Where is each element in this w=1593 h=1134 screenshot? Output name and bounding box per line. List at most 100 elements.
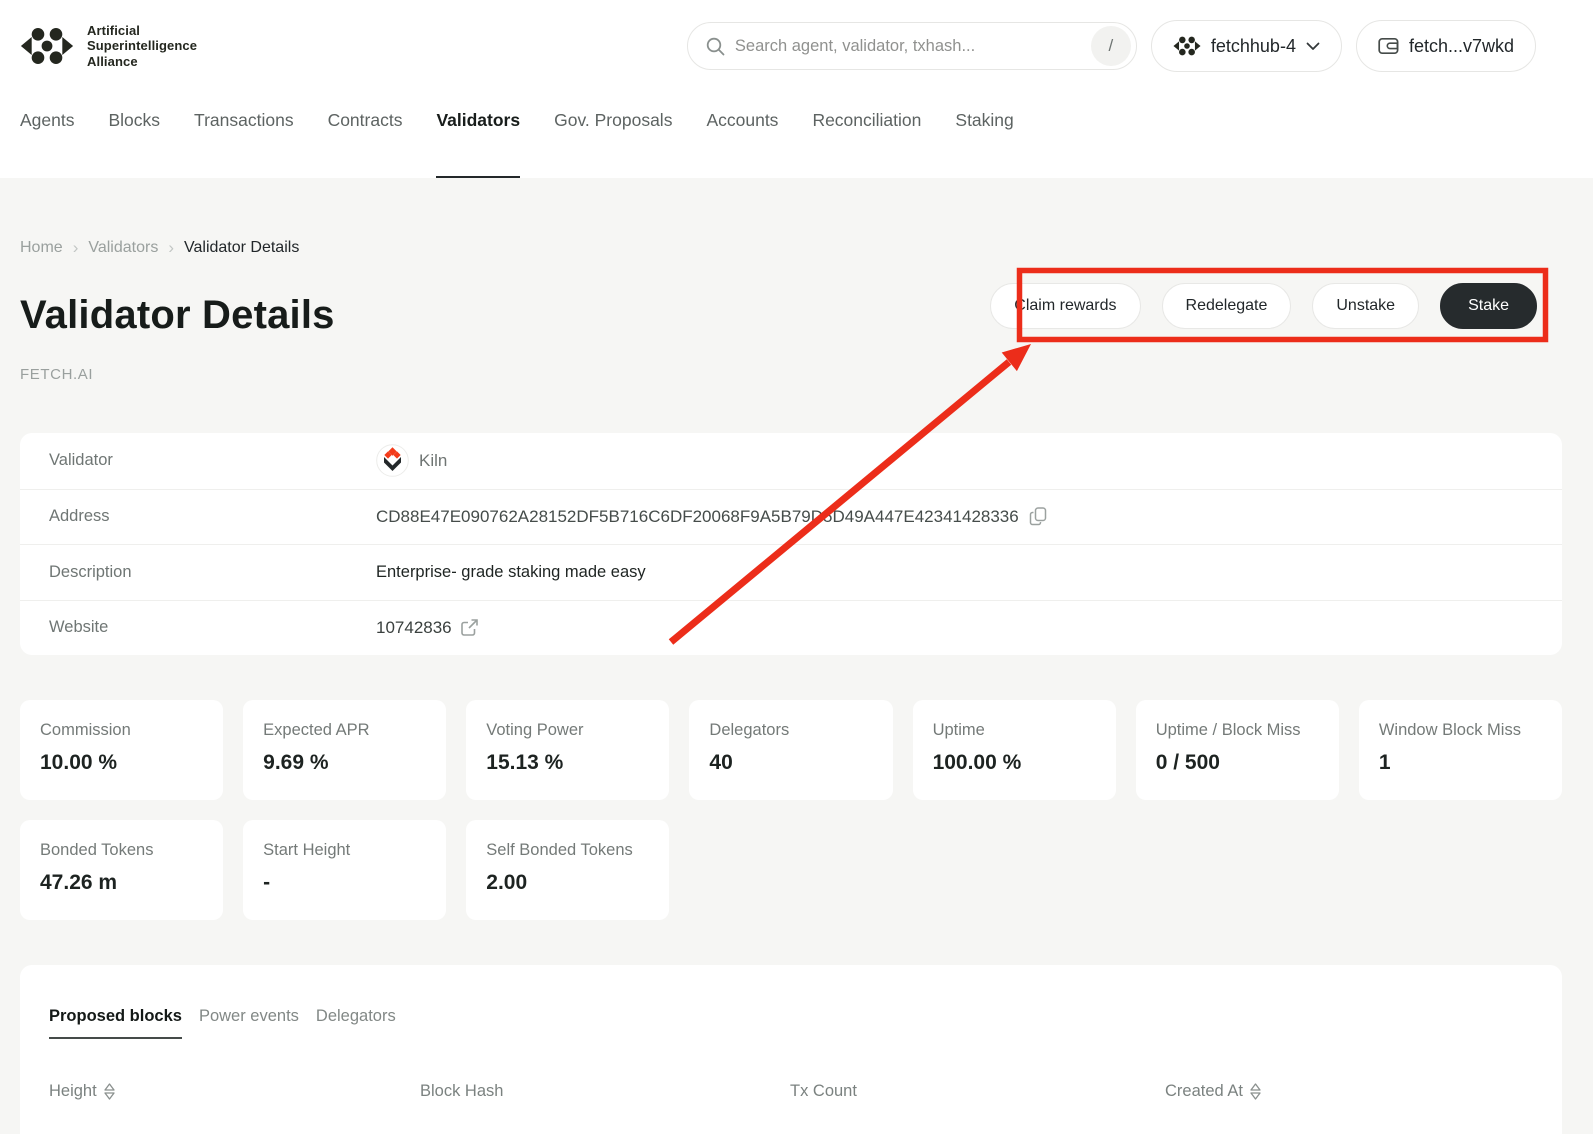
stat-label: Start Height	[263, 841, 426, 860]
column-header-created-at[interactable]: Created At	[1165, 1082, 1562, 1101]
sort-icon[interactable]	[1250, 1083, 1261, 1100]
stat-card-start-height: Start Height -	[243, 820, 446, 920]
copy-address-button[interactable]	[1029, 507, 1047, 526]
stake-button[interactable]: Stake	[1440, 283, 1537, 329]
search-bar[interactable]: /	[687, 22, 1137, 70]
validator-details-page: Artificial Superintelligence Alliance /	[0, 0, 1593, 1134]
nav-reconciliation[interactable]: Reconciliation	[812, 110, 921, 178]
sort-icon[interactable]	[104, 1083, 115, 1100]
breadcrumb-home[interactable]: Home	[20, 239, 63, 257]
stat-card-commission: Commission 10.00 %	[20, 700, 223, 800]
nav-agents[interactable]: Agents	[20, 110, 74, 178]
column-header-block-hash: Block Hash	[420, 1082, 790, 1101]
stat-value: 1	[1379, 751, 1542, 775]
info-label-validator: Validator	[49, 451, 376, 470]
stat-card-expected-apr: Expected APR 9.69 %	[243, 700, 446, 800]
breadcrumb: Home › Validators › Validator Details	[20, 238, 1562, 258]
breadcrumb-separator: ›	[168, 238, 174, 258]
blocks-table-header: Height Block Hash Tx Count Created At	[49, 1082, 1562, 1101]
stat-label: Commission	[40, 721, 203, 740]
stat-value: 47.26 m	[40, 871, 203, 895]
nav-transactions[interactable]: Transactions	[194, 110, 294, 178]
chevron-down-icon	[1306, 42, 1320, 51]
stat-label: Delegators	[709, 721, 872, 740]
stat-value: 15.13 %	[486, 751, 649, 775]
brand-line-3: Alliance	[87, 54, 197, 69]
stat-card-uptime-block-miss: Uptime / Block Miss 0 / 500	[1136, 700, 1339, 800]
stat-label: Expected APR	[263, 721, 426, 740]
info-row-website: Website 10742836	[20, 600, 1562, 656]
stat-value: 0 / 500	[1156, 751, 1319, 775]
nav-validators[interactable]: Validators	[436, 110, 520, 178]
info-label-description: Description	[49, 563, 376, 582]
stat-label: Uptime	[933, 721, 1096, 740]
main-nav: Agents Blocks Transactions Contracts Val…	[0, 92, 1593, 178]
search-shortcut-badge: /	[1091, 26, 1131, 66]
validator-name[interactable]: Kiln	[419, 451, 447, 471]
stat-label: Bonded Tokens	[40, 841, 203, 860]
brand-line-1: Artificial	[87, 23, 197, 38]
stat-card-delegators: Delegators 40	[689, 700, 892, 800]
validator-org-label: FETCH.AI	[20, 366, 1562, 383]
stats-cards: Commission 10.00 % Expected APR 9.69 % V…	[20, 700, 1562, 920]
stat-label: Window Block Miss	[1379, 721, 1542, 740]
nav-accounts[interactable]: Accounts	[706, 110, 778, 178]
redelegate-button[interactable]: Redelegate	[1162, 283, 1292, 329]
stat-value: -	[263, 871, 426, 895]
network-selector[interactable]: fetchhub-4	[1151, 20, 1342, 72]
stat-label: Self Bonded Tokens	[486, 841, 649, 860]
breadcrumb-validators[interactable]: Validators	[88, 239, 158, 257]
tab-delegators[interactable]: Delegators	[316, 1007, 396, 1039]
brand-name: Artificial Superintelligence Alliance	[87, 23, 197, 69]
column-header-height[interactable]: Height	[49, 1082, 420, 1101]
stat-value: 10.00 %	[40, 751, 203, 775]
stat-card-self-bonded-tokens: Self Bonded Tokens 2.00	[466, 820, 669, 920]
external-link-icon	[460, 618, 479, 637]
website-value: 10742836	[376, 618, 452, 638]
brand-line-2: Superintelligence	[87, 38, 197, 53]
action-buttons: Claim rewards Redelegate Unstake Stake	[990, 283, 1537, 329]
stat-label: Uptime / Block Miss	[1156, 721, 1319, 740]
column-label: Created At	[1165, 1082, 1243, 1101]
website-link[interactable]: 10742836	[376, 618, 479, 638]
nav-gov-proposals[interactable]: Gov. Proposals	[554, 110, 672, 178]
column-label: Height	[49, 1082, 97, 1101]
claim-rewards-button[interactable]: Claim rewards	[990, 283, 1140, 329]
stat-value: 100.00 %	[933, 751, 1096, 775]
stat-card-uptime: Uptime 100.00 %	[913, 700, 1116, 800]
stat-card-bonded-tokens: Bonded Tokens 47.26 m	[20, 820, 223, 920]
info-label-website: Website	[49, 618, 376, 637]
column-header-tx-count: Tx Count	[790, 1082, 1165, 1101]
info-row-description: Description Enterprise- grade staking ma…	[20, 544, 1562, 600]
stat-value: 40	[709, 751, 872, 775]
page-title: Validator Details	[20, 293, 335, 338]
tab-proposed-blocks[interactable]: Proposed blocks	[49, 1007, 182, 1039]
info-row-validator: Validator Kiln	[20, 433, 1562, 489]
blocks-tabs: Proposed blocks Power events Delegators	[49, 1007, 1562, 1039]
wallet-address: fetch...v7wkd	[1409, 36, 1514, 57]
header: Artificial Superintelligence Alliance /	[0, 0, 1593, 92]
column-label: Tx Count	[790, 1082, 857, 1101]
nav-staking[interactable]: Staking	[955, 110, 1013, 178]
search-icon	[706, 37, 725, 56]
breadcrumb-current: Validator Details	[184, 239, 299, 257]
breadcrumb-separator: ›	[73, 238, 79, 258]
nav-blocks[interactable]: Blocks	[108, 110, 160, 178]
stat-value: 9.69 %	[263, 751, 426, 775]
content-area: Home › Validators › Validator Details Va…	[0, 178, 1593, 1134]
info-row-address: Address CD88E47E090762A28152DF5B716C6DF2…	[20, 489, 1562, 545]
stat-label: Voting Power	[486, 721, 649, 740]
copy-icon	[1029, 507, 1047, 526]
search-input[interactable]	[735, 37, 1091, 56]
column-label: Block Hash	[420, 1082, 503, 1101]
tab-power-events[interactable]: Power events	[199, 1007, 299, 1039]
wallet-icon	[1378, 37, 1399, 55]
validator-info-panel: Validator Kiln Address	[20, 433, 1562, 655]
unstake-button[interactable]: Unstake	[1312, 283, 1419, 329]
wallet-button[interactable]: fetch...v7wkd	[1356, 20, 1536, 72]
title-row: Validator Details Claim rewards Redelega…	[20, 293, 1562, 338]
validator-address: CD88E47E090762A28152DF5B716C6DF20068F9A5…	[376, 507, 1019, 527]
brand-logo[interactable]: Artificial Superintelligence Alliance	[20, 23, 197, 69]
network-name: fetchhub-4	[1211, 36, 1296, 57]
nav-contracts[interactable]: Contracts	[328, 110, 403, 178]
